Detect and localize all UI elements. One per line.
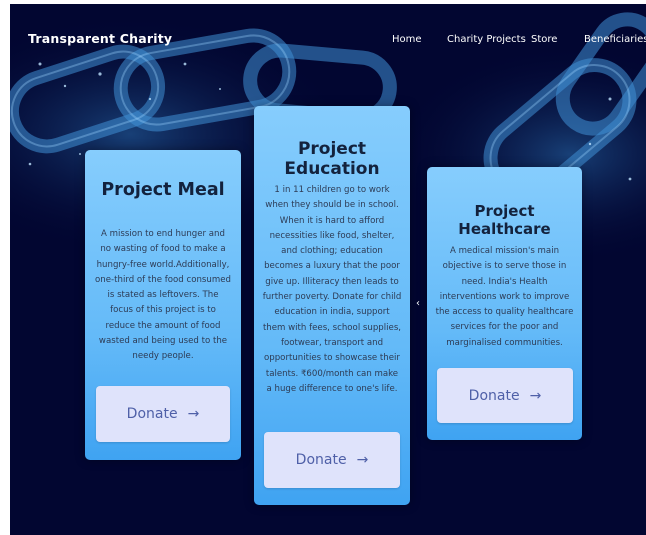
donate-label: Donate — [295, 452, 347, 468]
project-meal-card: Project Meal A mission to end hunger and… — [85, 150, 241, 460]
brand-logo-text[interactable]: Transparent Charity — [28, 31, 172, 46]
arrow-right-icon: → — [356, 452, 369, 468]
project-meal-description: A mission to end hunger and no wasting o… — [95, 229, 231, 362]
project-education-title: Project Education — [284, 139, 380, 179]
project-healthcare-title: Project Healthcare — [458, 202, 551, 238]
nav-home-link[interactable]: Home — [392, 34, 422, 45]
donate-label: Donate — [468, 387, 520, 404]
project-education-card: Project Education 1 in 11 children go to… — [254, 106, 410, 505]
project-meal-donate-button[interactable]: Donate → — [96, 386, 230, 442]
project-healthcare-card: Project Healthcare A medical mission's m… — [427, 167, 582, 440]
hero-section: Transparent Charity Home Charity Project… — [10, 4, 646, 535]
nav-store-link[interactable]: Store — [531, 34, 557, 45]
donate-label: Donate — [126, 406, 178, 422]
project-healthcare-description: A medical mission's main objective is to… — [435, 246, 574, 348]
project-education-donate-button[interactable]: Donate → — [264, 432, 400, 488]
project-healthcare-donate-button[interactable]: Donate → — [437, 368, 573, 423]
project-education-description: 1 in 11 children go to work when they sh… — [262, 185, 402, 394]
nav-charity-projects-link[interactable]: Charity Projects — [447, 34, 526, 45]
carousel-previous-icon[interactable]: ‹ — [416, 298, 420, 309]
nav-beneficiaries-link[interactable]: Beneficiaries — [584, 34, 646, 45]
arrow-right-icon: → — [187, 406, 200, 422]
arrow-right-icon: → — [529, 387, 542, 404]
project-meal-title: Project Meal — [101, 180, 225, 200]
